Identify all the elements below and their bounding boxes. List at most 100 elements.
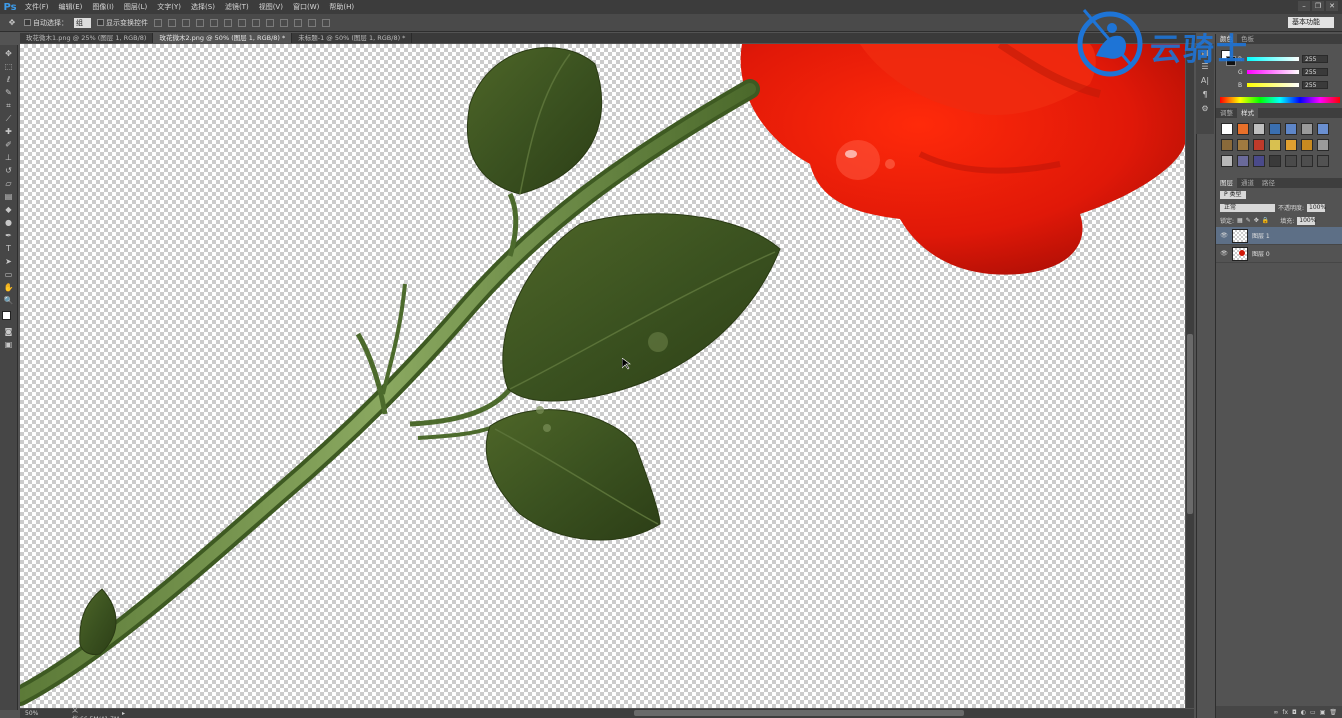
eraser-tool-icon[interactable]: ▱ bbox=[3, 178, 15, 190]
style-swatch[interactable] bbox=[1253, 139, 1265, 151]
tab-styles[interactable]: 样式 bbox=[1237, 108, 1258, 118]
shape-tool-icon[interactable]: ▭ bbox=[3, 269, 15, 281]
align-hcenter-icon[interactable] bbox=[210, 18, 218, 27]
blur-tool-icon[interactable]: ◆ bbox=[3, 204, 15, 216]
layer-row[interactable]: 👁 图层 1 bbox=[1216, 227, 1342, 245]
tool-presets-icon[interactable]: ⚙ bbox=[1199, 102, 1211, 114]
style-swatch[interactable] bbox=[1221, 155, 1233, 167]
align-right-icon[interactable] bbox=[224, 18, 232, 27]
distribute-top-icon[interactable] bbox=[238, 18, 246, 27]
horizontal-scroll-thumb[interactable] bbox=[634, 710, 964, 716]
style-swatch[interactable] bbox=[1221, 123, 1233, 135]
color-swatch[interactable] bbox=[1, 311, 16, 325]
lock-pixels-icon[interactable]: ✎ bbox=[1246, 217, 1251, 224]
adjustment-layer-icon[interactable]: ◐ bbox=[1301, 709, 1306, 716]
align-top-icon[interactable] bbox=[154, 18, 162, 27]
foreground-color[interactable] bbox=[1, 311, 11, 320]
healing-brush-icon[interactable]: ✚ bbox=[3, 126, 15, 138]
menu-edit[interactable]: 编辑(E) bbox=[54, 2, 88, 12]
tab-adjustments[interactable]: 调整 bbox=[1216, 108, 1237, 118]
distribute-left-icon[interactable] bbox=[280, 18, 288, 27]
layer-style-icon[interactable]: fx bbox=[1282, 709, 1288, 716]
color-spectrum[interactable] bbox=[1220, 97, 1340, 103]
vertical-scrollbar[interactable] bbox=[1186, 44, 1194, 708]
lock-transparent-icon[interactable]: ▦ bbox=[1237, 217, 1243, 224]
lock-position-icon[interactable]: ✥ bbox=[1254, 217, 1259, 224]
style-swatch[interactable] bbox=[1269, 123, 1281, 135]
menu-layer[interactable]: 图层(L) bbox=[119, 2, 152, 12]
layer-row[interactable]: 👁 图层 0 bbox=[1216, 245, 1342, 263]
distribute-hcenter-icon[interactable] bbox=[294, 18, 302, 27]
style-swatch[interactable] bbox=[1237, 123, 1249, 135]
menu-file[interactable]: 文件(F) bbox=[20, 2, 54, 12]
style-swatch[interactable] bbox=[1301, 139, 1313, 151]
style-swatch[interactable] bbox=[1285, 139, 1297, 151]
document-tab[interactable]: 玫花微木1.png @ 25% (图层 1, RGB/8) bbox=[20, 33, 154, 43]
style-swatch[interactable] bbox=[1221, 139, 1233, 151]
opacity-field[interactable]: 100% bbox=[1307, 203, 1326, 212]
style-swatch[interactable] bbox=[1269, 155, 1281, 167]
marquee-tool-icon[interactable]: ⬚ bbox=[3, 61, 15, 73]
visibility-eye-icon[interactable]: 👁 bbox=[1220, 250, 1228, 257]
auto-select-target-select[interactable]: 组 bbox=[74, 17, 91, 28]
transform-controls-option[interactable]: 显示变换控件 bbox=[97, 18, 148, 28]
style-swatch[interactable] bbox=[1253, 155, 1265, 167]
menu-type[interactable]: 文字(Y) bbox=[152, 2, 186, 12]
style-swatch[interactable] bbox=[1237, 155, 1249, 167]
tab-paths[interactable]: 路径 bbox=[1258, 178, 1279, 188]
style-swatch[interactable] bbox=[1237, 139, 1249, 151]
lasso-tool-icon[interactable]: ℓ bbox=[3, 74, 15, 86]
pen-tool-icon[interactable]: ✒ bbox=[3, 230, 15, 242]
distribute-vcenter-icon[interactable] bbox=[252, 18, 260, 27]
quick-mask-icon[interactable]: ◙ bbox=[3, 326, 15, 338]
zoom-level[interactable]: 50% bbox=[20, 710, 42, 717]
link-layers-icon[interactable]: ∞ bbox=[1273, 709, 1278, 716]
path-select-icon[interactable]: ➤ bbox=[3, 256, 15, 268]
red-channel-value[interactable]: 255 bbox=[1302, 55, 1328, 63]
align-bottom-icon[interactable] bbox=[182, 18, 190, 27]
history-brush-icon[interactable]: ↺ bbox=[3, 165, 15, 177]
menu-select[interactable]: 选择(S) bbox=[186, 2, 220, 12]
add-mask-icon[interactable]: ◘ bbox=[1292, 709, 1297, 716]
visibility-eye-icon[interactable]: 👁 bbox=[1220, 232, 1228, 239]
gradient-tool-icon[interactable]: ▤ bbox=[3, 191, 15, 203]
transform-controls-checkbox[interactable] bbox=[97, 19, 104, 26]
menu-help[interactable]: 帮助(H) bbox=[324, 2, 359, 12]
close-button[interactable]: ✕ bbox=[1326, 1, 1338, 11]
tab-channels[interactable]: 通道 bbox=[1237, 178, 1258, 188]
style-swatch[interactable] bbox=[1269, 139, 1281, 151]
style-swatch[interactable] bbox=[1285, 123, 1297, 135]
green-channel-value[interactable]: 255 bbox=[1302, 68, 1328, 76]
style-swatch[interactable] bbox=[1317, 155, 1329, 167]
move-tool-icon[interactable]: ✥ bbox=[3, 48, 15, 60]
style-swatch[interactable] bbox=[1317, 123, 1329, 135]
horizontal-scrollbar[interactable] bbox=[134, 709, 1194, 718]
zoom-tool-icon[interactable]: 🔍 bbox=[3, 295, 15, 307]
status-menu-arrow-icon[interactable]: ▸ bbox=[122, 710, 134, 717]
dodge-tool-icon[interactable]: ● bbox=[3, 217, 15, 229]
document-tab[interactable]: 未标题-1 @ 50% (图层 1, RGB/8) * bbox=[292, 33, 413, 43]
style-swatch[interactable] bbox=[1285, 155, 1297, 167]
new-group-icon[interactable]: ▭ bbox=[1310, 709, 1316, 716]
auto-select-checkbox[interactable] bbox=[24, 19, 31, 26]
layer-name[interactable]: 图层 1 bbox=[1252, 231, 1270, 240]
paragraph-panel-icon[interactable]: ¶ bbox=[1199, 88, 1211, 100]
layer-name[interactable]: 图层 0 bbox=[1252, 249, 1270, 258]
tab-layers[interactable]: 图层 bbox=[1216, 178, 1237, 188]
document-tab-active[interactable]: 玫花微木2.png @ 50% (图层 1, RGB/8) * bbox=[153, 33, 293, 43]
menu-filter[interactable]: 滤镜(T) bbox=[220, 2, 254, 12]
style-swatch[interactable] bbox=[1317, 139, 1329, 151]
align-vcenter-icon[interactable] bbox=[168, 18, 176, 27]
auto-align-icon[interactable] bbox=[322, 18, 330, 27]
style-swatch[interactable] bbox=[1301, 155, 1313, 167]
quick-select-tool-icon[interactable]: ✎ bbox=[3, 87, 15, 99]
brush-tool-icon[interactable]: ✐ bbox=[3, 139, 15, 151]
style-swatch[interactable] bbox=[1301, 123, 1313, 135]
restore-button[interactable]: ❐ bbox=[1312, 1, 1324, 11]
menu-image[interactable]: 图像(I) bbox=[87, 2, 119, 12]
lock-all-icon[interactable]: 🔒 bbox=[1262, 217, 1269, 224]
hand-tool-icon[interactable]: ✋ bbox=[3, 282, 15, 294]
vertical-scroll-thumb[interactable] bbox=[1187, 334, 1193, 514]
auto-select-option[interactable]: 自动选择： bbox=[24, 18, 68, 28]
delete-layer-icon[interactable]: 🗑 bbox=[1329, 709, 1337, 716]
